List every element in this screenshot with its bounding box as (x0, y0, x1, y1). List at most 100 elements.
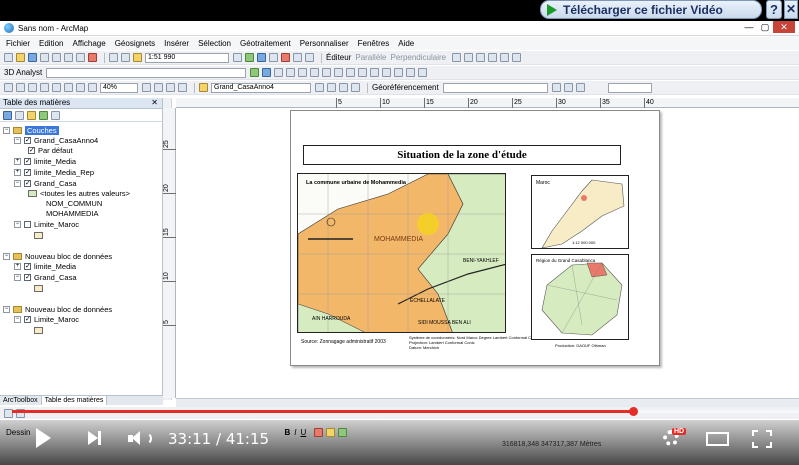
inset-map-morocco[interactable]: Maroc 1:12 000 000 (531, 175, 629, 249)
zoom-in-icon[interactable] (274, 68, 284, 77)
layer-grand-casaanno4[interactable]: − ✓ Grand_CasaAnno4 (14, 135, 98, 145)
menu-inserer[interactable]: Insérer (164, 39, 189, 48)
annotation-class-default[interactable]: ✓ Par défaut (28, 145, 73, 155)
draw-menu[interactable]: Dessin (6, 428, 30, 437)
tab-arctoolbox[interactable]: ArcToolbox (0, 396, 42, 405)
data-driven-pages-icon[interactable] (178, 83, 187, 92)
add-data-icon[interactable] (133, 53, 142, 62)
georeferencing-menu[interactable]: Géoréférencement (372, 83, 439, 92)
zoom-whole-page-icon[interactable] (40, 83, 49, 92)
dataframe-nouveau-2[interactable]: − Nouveau bloc de données (3, 304, 112, 314)
delete-icon[interactable] (88, 53, 97, 62)
layer-grand-casa[interactable]: − ✓ Grand_Casa (14, 178, 77, 188)
fixed-zoom-in-icon[interactable] (64, 83, 73, 92)
rectify-icon[interactable] (575, 83, 585, 92)
identify-icon[interactable] (262, 68, 272, 77)
list-by-selection-icon[interactable] (39, 110, 48, 120)
layer-limite-media-2[interactable]: + ✓ limite_Media (14, 261, 76, 271)
hyperlink-icon[interactable] (418, 68, 428, 77)
close-button[interactable]: ✕ (773, 21, 795, 33)
italic-button[interactable]: I (294, 428, 296, 437)
arctoolbox-icon[interactable] (281, 53, 290, 62)
menu-aide[interactable]: Aide (398, 39, 414, 48)
video-scrubber-handle[interactable] (629, 407, 638, 416)
annotation-icon[interactable] (327, 83, 336, 92)
layout-page[interactable]: Situation de la zone d'étude La commune (290, 110, 660, 366)
paste-icon[interactable] (76, 53, 85, 62)
back-icon[interactable] (322, 68, 332, 77)
scale-select[interactable]: 1:51 990 (145, 52, 229, 63)
menu-affichage[interactable]: Affichage (72, 39, 105, 48)
modelbuilder-icon[interactable] (305, 53, 314, 62)
pan-icon[interactable] (298, 68, 308, 77)
menu-fichier[interactable]: Fichier (6, 39, 30, 48)
menu-edition[interactable]: Edition (39, 39, 63, 48)
full-extent-icon[interactable] (310, 68, 320, 77)
search-icon[interactable] (269, 53, 278, 62)
horizontal-scrollbar[interactable] (176, 398, 799, 407)
attributes-icon[interactable] (512, 53, 522, 62)
fullscreen-button[interactable] (752, 430, 772, 448)
georef-layer-select[interactable] (442, 82, 548, 93)
print-icon[interactable] (40, 53, 49, 62)
zoom-out-icon[interactable] (286, 68, 296, 77)
split-icon[interactable] (488, 53, 498, 62)
back-extent-icon[interactable] (88, 83, 97, 92)
save-icon[interactable] (28, 53, 37, 62)
analyst-layer-select[interactable] (46, 67, 247, 78)
menu-personnaliser[interactable]: Personnaliser (300, 39, 349, 48)
zoom-percent-select[interactable]: 40% (100, 82, 138, 93)
focus-frame-icon[interactable] (154, 83, 163, 92)
list-by-source-icon[interactable] (15, 110, 24, 120)
new-icon[interactable] (4, 53, 13, 62)
menu-geotraitement[interactable]: Géotraitement (240, 39, 291, 48)
line-color-icon[interactable] (338, 427, 348, 437)
georef-value-field[interactable] (607, 82, 652, 93)
table-icon[interactable] (245, 53, 254, 62)
select-features-icon[interactable] (346, 68, 356, 77)
label-tool-icon[interactable] (315, 83, 324, 92)
perpendicular-tool[interactable]: Perpendiculaire (391, 53, 447, 62)
globe-icon[interactable] (250, 68, 260, 77)
change-layout-icon[interactable] (166, 83, 175, 92)
maximize-button[interactable]: ▢ (757, 21, 773, 33)
info-icon[interactable] (382, 68, 392, 77)
vertex-icon[interactable] (476, 53, 486, 62)
sketch-icon[interactable] (464, 53, 474, 62)
3d-analyst-menu[interactable]: 3D Analyst (4, 68, 42, 77)
editor-menu[interactable]: Éditeur (326, 53, 351, 62)
rotate-icon[interactable] (500, 53, 510, 62)
fixed-zoom-out-icon[interactable] (76, 83, 85, 92)
redo-icon[interactable] (121, 53, 130, 62)
add-control-points-icon[interactable] (551, 83, 561, 92)
video-progress-bar[interactable] (12, 407, 799, 416)
copy-icon[interactable] (64, 53, 73, 62)
menu-fenetres[interactable]: Fenêtres (358, 39, 390, 48)
layer-limite-maroc-2[interactable]: − ✓ Limite_Maroc (14, 314, 79, 324)
main-map-frame[interactable]: La commune urbaine de Mohammedia MOHAMME… (297, 173, 506, 333)
python-icon[interactable] (293, 53, 302, 62)
toggle-draft-icon[interactable] (142, 83, 151, 92)
open-icon[interactable] (16, 53, 25, 62)
link-table-icon[interactable] (563, 83, 573, 92)
underline-button[interactable]: U (300, 428, 306, 437)
close-overlay-button[interactable]: ✕ (784, 0, 798, 19)
download-video-button[interactable]: Télécharger ce fichier Vidéo (540, 0, 762, 19)
options-icon[interactable] (51, 110, 60, 120)
dataframe-nouveau-1[interactable]: − Nouveau bloc de données (3, 251, 112, 261)
catalog-icon[interactable] (257, 53, 266, 62)
dataframe-couches[interactable]: − Couches (3, 125, 59, 135)
bold-button[interactable]: B (284, 428, 290, 437)
layer-grand-casa-2[interactable]: − ✓ Grand_Casa (14, 272, 77, 282)
layer-limite-media[interactable]: + ✓ limite_Media (14, 156, 76, 166)
fill-color-icon[interactable] (326, 427, 336, 437)
annotation-class-icon[interactable] (339, 83, 348, 92)
help-button[interactable]: ? (766, 0, 782, 19)
pointer-icon[interactable] (370, 68, 380, 77)
list-by-visibility-icon[interactable] (27, 110, 36, 120)
inset-map-grand-casa[interactable]: Région du Grand Casablanca (531, 254, 629, 340)
parallel-tool[interactable]: Parallèle (355, 53, 386, 62)
layout-zoom-out-icon[interactable] (16, 83, 25, 92)
layout-pan-icon[interactable] (28, 83, 37, 92)
undo-icon[interactable] (109, 53, 118, 62)
